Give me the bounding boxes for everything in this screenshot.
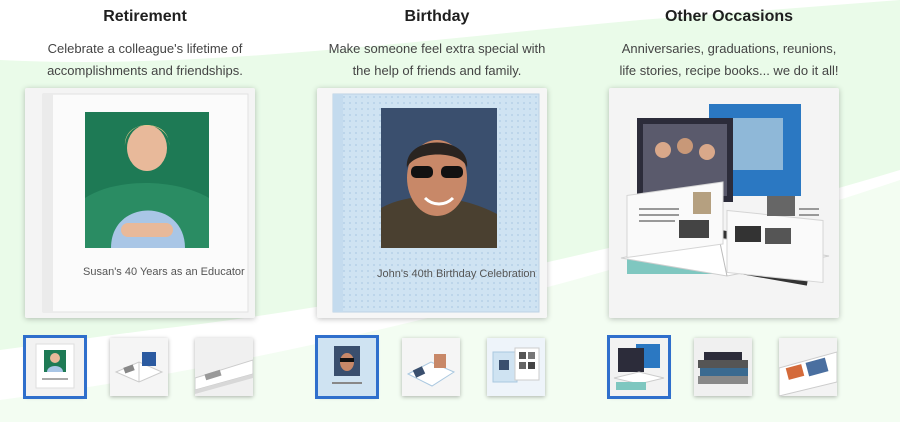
birthday-book-caption: John's 40th Birthday Celebration [377, 268, 536, 280]
retirement-thumbnail-3[interactable] [195, 338, 253, 396]
retirement-description-line1: Celebrate a colleague's lifetime of [47, 41, 243, 56]
birthday-thumbnail-2-image [402, 338, 460, 396]
other-occasions-title: Other Occasions [664, 8, 794, 25]
birthday-thumbnail-3-image [487, 338, 545, 396]
other-occasions-description-line2: life stories, recipe books... we do it a… [619, 63, 839, 78]
other-occasions-thumbnail-1[interactable] [607, 335, 671, 399]
other-occasions-thumbnail-3[interactable] [779, 338, 837, 396]
retirement-thumbnail-2-image [110, 338, 168, 396]
other-occasions-description: Anniversaries, graduations, reunions, li… [589, 38, 869, 82]
birthday-thumbnail-3[interactable] [487, 338, 545, 396]
other-occasions-thumbnail-2[interactable] [694, 338, 752, 396]
birthday-thumbnail-1-image [318, 338, 376, 396]
birthday-book-image[interactable]: John's 40th Birthday Celebration [317, 88, 547, 318]
retirement-book-cover [25, 88, 255, 318]
other-occasions-book-image[interactable] [609, 88, 839, 318]
birthday-description-line2: the help of friends and family. [352, 63, 522, 78]
retirement-book-image[interactable]: Susan's 40 Years as an Educator [25, 88, 255, 318]
other-occasions-thumbnail-1-image [610, 338, 668, 396]
retirement-thumbnail-3-image [195, 338, 253, 396]
retirement-thumbnail-2[interactable] [110, 338, 168, 396]
birthday-thumbnail-1[interactable] [315, 335, 379, 399]
retirement-thumbnail-1-image [26, 338, 84, 396]
other-occasions-thumbnail-3-image [779, 338, 837, 396]
retirement-book-caption: Susan's 40 Years as an Educator [83, 266, 245, 278]
birthday-description-line1: Make someone feel extra special with [328, 41, 546, 56]
other-occasions-books-photo [609, 88, 839, 318]
retirement-thumbnail-1[interactable] [23, 335, 87, 399]
retirement-description-line2: accomplishments and friendships. [47, 63, 243, 78]
birthday-thumbnail-2[interactable] [402, 338, 460, 396]
retirement-title: Retirement [103, 8, 187, 25]
birthday-title: Birthday [404, 8, 470, 25]
retirement-description: Celebrate a colleague's lifetime of acco… [5, 38, 285, 82]
birthday-book-cover [317, 88, 547, 318]
other-occasions-thumbnail-2-image [694, 338, 752, 396]
other-occasions-description-line1: Anniversaries, graduations, reunions, [621, 41, 837, 56]
birthday-description: Make someone feel extra special with the… [297, 38, 577, 82]
